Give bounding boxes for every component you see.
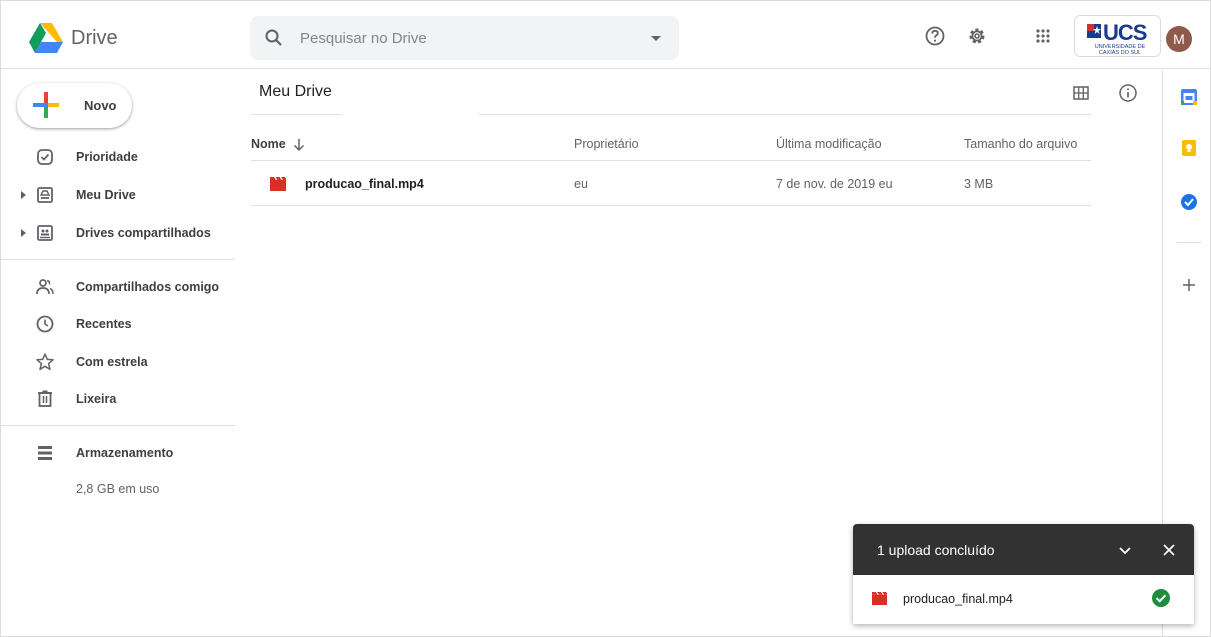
shared-with-me-icon (36, 279, 54, 295)
calendar-icon[interactable] (1179, 87, 1199, 107)
institution-subtitle: UNIVERSIDADE DE CAXIAS DO SUL (1094, 44, 1146, 56)
sidebar-item-my-drive[interactable]: Meu Drive (1, 179, 235, 211)
chevron-down-icon[interactable] (1115, 540, 1135, 560)
settings-icon[interactable] (966, 25, 988, 47)
clock-icon (36, 315, 54, 333)
institution-name: UCS (1103, 20, 1147, 45)
file-owner: eu (574, 177, 588, 191)
upload-status-panel: 1 upload concluído producao_final.mp4 (853, 524, 1194, 624)
side-panel-separator (1177, 242, 1201, 243)
storage-usage: 2,8 GB em uso (76, 482, 160, 496)
page-title[interactable]: Meu Drive (259, 83, 332, 101)
upload-panel-title: 1 upload concluído (877, 542, 995, 558)
drive-logo-icon[interactable] (29, 23, 63, 53)
sidebar-divider (1, 259, 235, 260)
upload-panel-header: 1 upload concluído (853, 524, 1194, 575)
institution-logo[interactable]: UCS UNIVERSIDADE DE CAXIAS DO SUL (1074, 15, 1161, 57)
add-addon-icon[interactable] (1179, 275, 1199, 295)
sidebar-item-label: Recentes (76, 317, 132, 331)
upload-file-name[interactable]: producao_final.mp4 (903, 592, 1013, 606)
new-button[interactable]: Novo (17, 83, 132, 128)
file-modified: 7 de nov. de 2019 eu (776, 177, 893, 191)
avatar[interactable]: M (1166, 26, 1192, 52)
search-input[interactable] (300, 27, 630, 49)
help-icon[interactable] (924, 25, 946, 47)
keep-icon[interactable] (1179, 138, 1199, 158)
sidebar-item-label: Lixeira (76, 392, 117, 406)
star-icon (36, 353, 54, 371)
sidebar-item-recent[interactable]: Recentes (1, 308, 235, 340)
check-circle-icon (1152, 589, 1170, 607)
sidebar-item-shared-with-me[interactable]: Compartilhados comigo (1, 271, 235, 303)
app-title[interactable]: Drive (71, 27, 118, 50)
search-options-icon[interactable] (651, 36, 661, 41)
sidebar-item-label: Compartilhados comigo (76, 280, 220, 294)
column-header-modified[interactable]: Última modificação (776, 137, 882, 151)
sort-down-arrow-icon[interactable] (291, 137, 307, 153)
sidebar-divider (1, 425, 235, 426)
column-header-owner[interactable]: Proprietário (574, 137, 639, 151)
trash-icon (38, 390, 52, 407)
upload-item[interactable]: producao_final.mp4 (853, 575, 1194, 624)
sidebar-item-shared-drives[interactable]: Drives compartilhados (1, 217, 235, 249)
sidebar-item-trash[interactable]: Lixeira (1, 383, 235, 415)
video-file-icon (872, 591, 887, 606)
sidebar-item-label: Prioridade (76, 150, 138, 164)
top-bar: Drive UCS UNIVERSIDADE DE CAXIAS DO (1, 1, 1210, 69)
expand-arrow-icon[interactable] (21, 229, 26, 237)
storage-icon (38, 446, 52, 460)
column-header-size[interactable]: Tamanho do arquivo (964, 137, 1077, 151)
sidebar-item-storage[interactable]: Armazenamento (1, 437, 235, 469)
close-icon[interactable] (1159, 540, 1179, 560)
column-header-name[interactable]: Nome (251, 137, 286, 151)
tasks-icon[interactable] (1179, 192, 1199, 212)
search-icon[interactable] (264, 28, 284, 48)
row-divider (251, 205, 1091, 206)
sidebar-item-label: Drives compartilhados (76, 226, 211, 240)
my-drive-icon (37, 187, 53, 203)
file-name[interactable]: producao_final.mp4 (305, 177, 424, 191)
apps-grid-icon[interactable] (1032, 25, 1054, 47)
title-divider (479, 114, 1091, 115)
grid-view-icon[interactable] (1071, 83, 1091, 103)
shared-drives-icon (37, 225, 53, 241)
sidebar-item-label: Com estrela (76, 355, 148, 369)
sidebar-item-label: Armazenamento (76, 446, 174, 460)
expand-arrow-icon[interactable] (21, 191, 26, 199)
plus-icon (33, 92, 59, 118)
institution-shield-icon (1087, 24, 1101, 38)
title-divider (251, 114, 342, 115)
search-bar[interactable] (250, 16, 679, 60)
info-icon[interactable] (1118, 83, 1138, 103)
sidebar-item-starred[interactable]: Com estrela (1, 346, 235, 378)
sidebar-item-priority[interactable]: Prioridade (1, 141, 235, 173)
new-button-label: Novo (84, 98, 117, 113)
priority-icon (37, 149, 53, 165)
file-size: 3 MB (964, 177, 994, 191)
video-file-icon (270, 177, 286, 191)
sidebar-item-label: Meu Drive (76, 188, 136, 202)
